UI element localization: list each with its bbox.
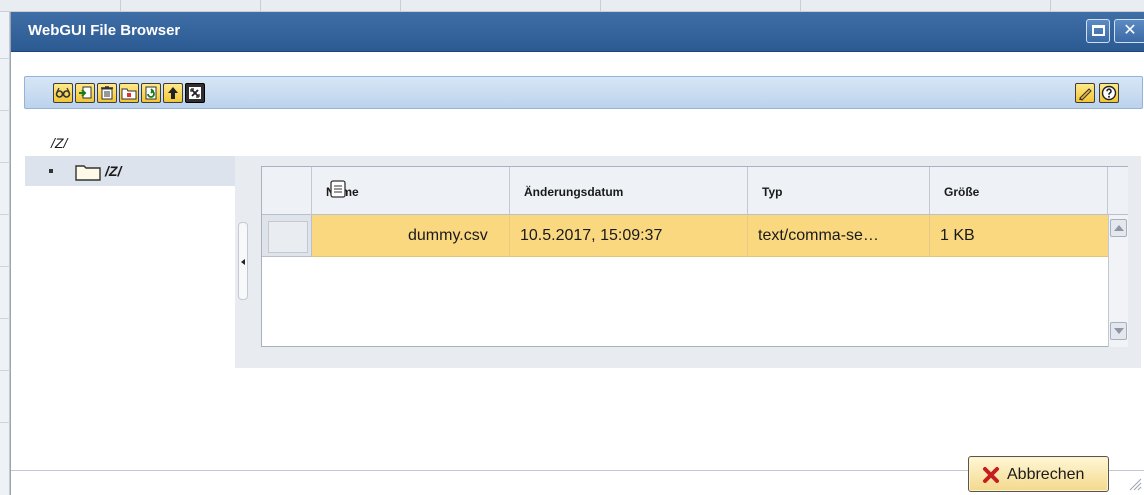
background-column-line [400, 0, 401, 12]
cell-type: text/comma-se… [748, 215, 930, 257]
file-table: Name Änderungsdatum Typ Größe dummy.csv … [261, 166, 1128, 347]
cancel-x-icon [983, 467, 999, 483]
background-row-line [0, 214, 10, 215]
glasses-icon[interactable] [53, 83, 73, 103]
background-column-line [800, 0, 801, 12]
background-column-line [120, 0, 121, 12]
document-icon [330, 180, 346, 198]
scrollbar-header [1108, 167, 1128, 215]
background-column-line [600, 0, 601, 12]
collapse-arrow-icon [241, 259, 245, 265]
cell-size: 1 KB [940, 227, 975, 244]
folder-icon [75, 165, 101, 181]
background-row-line [0, 422, 10, 423]
cancel-button-label: Abbrechen [1007, 466, 1085, 483]
maximize-icon [1091, 25, 1105, 36]
tree-item-label: /Z/ [105, 163, 122, 179]
column-header-type[interactable]: Typ [748, 167, 930, 215]
refresh-icon[interactable] [141, 83, 161, 103]
import-icon[interactable] [75, 83, 95, 103]
column-header-size[interactable]: Größe [930, 167, 1108, 215]
close-icon: ✕ [1123, 22, 1137, 39]
cell-name: dummy.csv [312, 215, 510, 257]
background-row-line [0, 162, 10, 163]
file-toolbar [24, 76, 1143, 109]
scroll-up-icon [1114, 225, 1124, 231]
row-selector[interactable] [262, 215, 312, 257]
resize-grip-icon[interactable] [1128, 477, 1142, 491]
background-row-line [0, 266, 10, 267]
delete-icon[interactable] [97, 83, 117, 103]
background-column-line [1050, 0, 1051, 12]
close-button[interactable]: ✕ [1114, 19, 1144, 43]
folder-tree-root[interactable]: /Z/ [25, 156, 235, 186]
select-all-header[interactable] [262, 167, 312, 215]
background-row-line [0, 110, 10, 111]
current-path: /Z/ [51, 135, 68, 151]
scroll-down-icon [1114, 328, 1124, 334]
background-header [0, 0, 1144, 12]
maximize-button[interactable] [1086, 19, 1110, 43]
up-arrow-icon[interactable] [163, 83, 183, 103]
file-table-container: Name Änderungsdatum Typ Größe dummy.csv … [251, 156, 1141, 368]
expand-icon[interactable] [185, 83, 205, 103]
edit-pencil-icon[interactable] [1075, 83, 1095, 103]
help-icon[interactable] [1099, 83, 1119, 103]
background-row-line [0, 370, 10, 371]
dialog-title: WebGUI File Browser [28, 22, 181, 39]
scroll-down-button[interactable] [1110, 322, 1127, 340]
table-row[interactable]: dummy.csv 10.5.2017, 15:09:37 text/comma… [262, 215, 1108, 257]
scroll-up-button[interactable] [1110, 219, 1127, 237]
tree-bullet [49, 169, 53, 173]
cancel-button[interactable]: Abbrechen [968, 456, 1109, 492]
column-header-modified[interactable]: Änderungsdatum [510, 167, 748, 215]
background-row-line [0, 58, 10, 59]
dialog-titlebar[interactable]: WebGUI File Browser ✕ [11, 12, 1144, 52]
cell-modified: 10.5.2017, 15:09:37 [510, 215, 748, 257]
file-browser-dialog: WebGUI File Browser ✕ /Z/ /Z/ Änderungsd… [10, 12, 1144, 495]
background-row-line [0, 318, 10, 319]
background-column-line [260, 0, 261, 12]
new-folder-icon[interactable] [119, 83, 139, 103]
